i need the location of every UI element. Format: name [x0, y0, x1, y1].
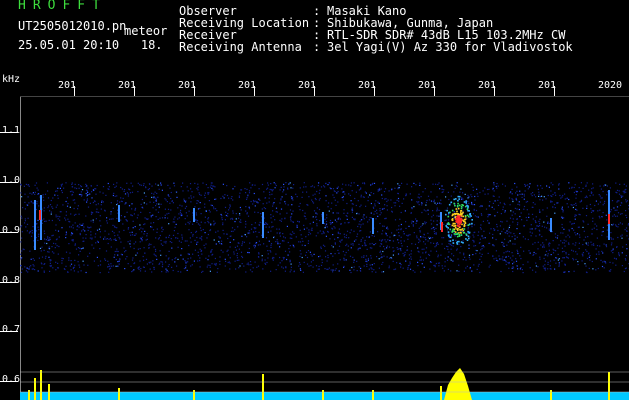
level-peak [550, 390, 552, 400]
level-peak [28, 390, 30, 400]
meteor-streak [550, 218, 552, 232]
level-peak [372, 390, 374, 400]
meteor-peak [39, 210, 41, 220]
level-gridlines [20, 371, 629, 393]
meteor-streak [372, 218, 374, 234]
level-baseline [20, 392, 629, 400]
meteor-streak [262, 212, 264, 238]
meteor-streak [193, 208, 195, 222]
level-peak [118, 388, 120, 400]
level-peak [34, 378, 36, 400]
meteor-streak [34, 200, 36, 250]
level-peak [40, 370, 42, 400]
level-peak [440, 386, 442, 400]
level-peak [262, 374, 264, 400]
spectrogram-canvas [20, 182, 629, 400]
meteor-streak [322, 212, 324, 224]
meteor-streak [118, 205, 120, 222]
level-burst [444, 368, 472, 400]
meteor-peak [608, 214, 610, 224]
meteor-peak [441, 222, 443, 232]
noise-band [20, 182, 629, 274]
level-peak [608, 372, 610, 400]
level-peak [193, 390, 195, 400]
level-peak [322, 390, 324, 400]
